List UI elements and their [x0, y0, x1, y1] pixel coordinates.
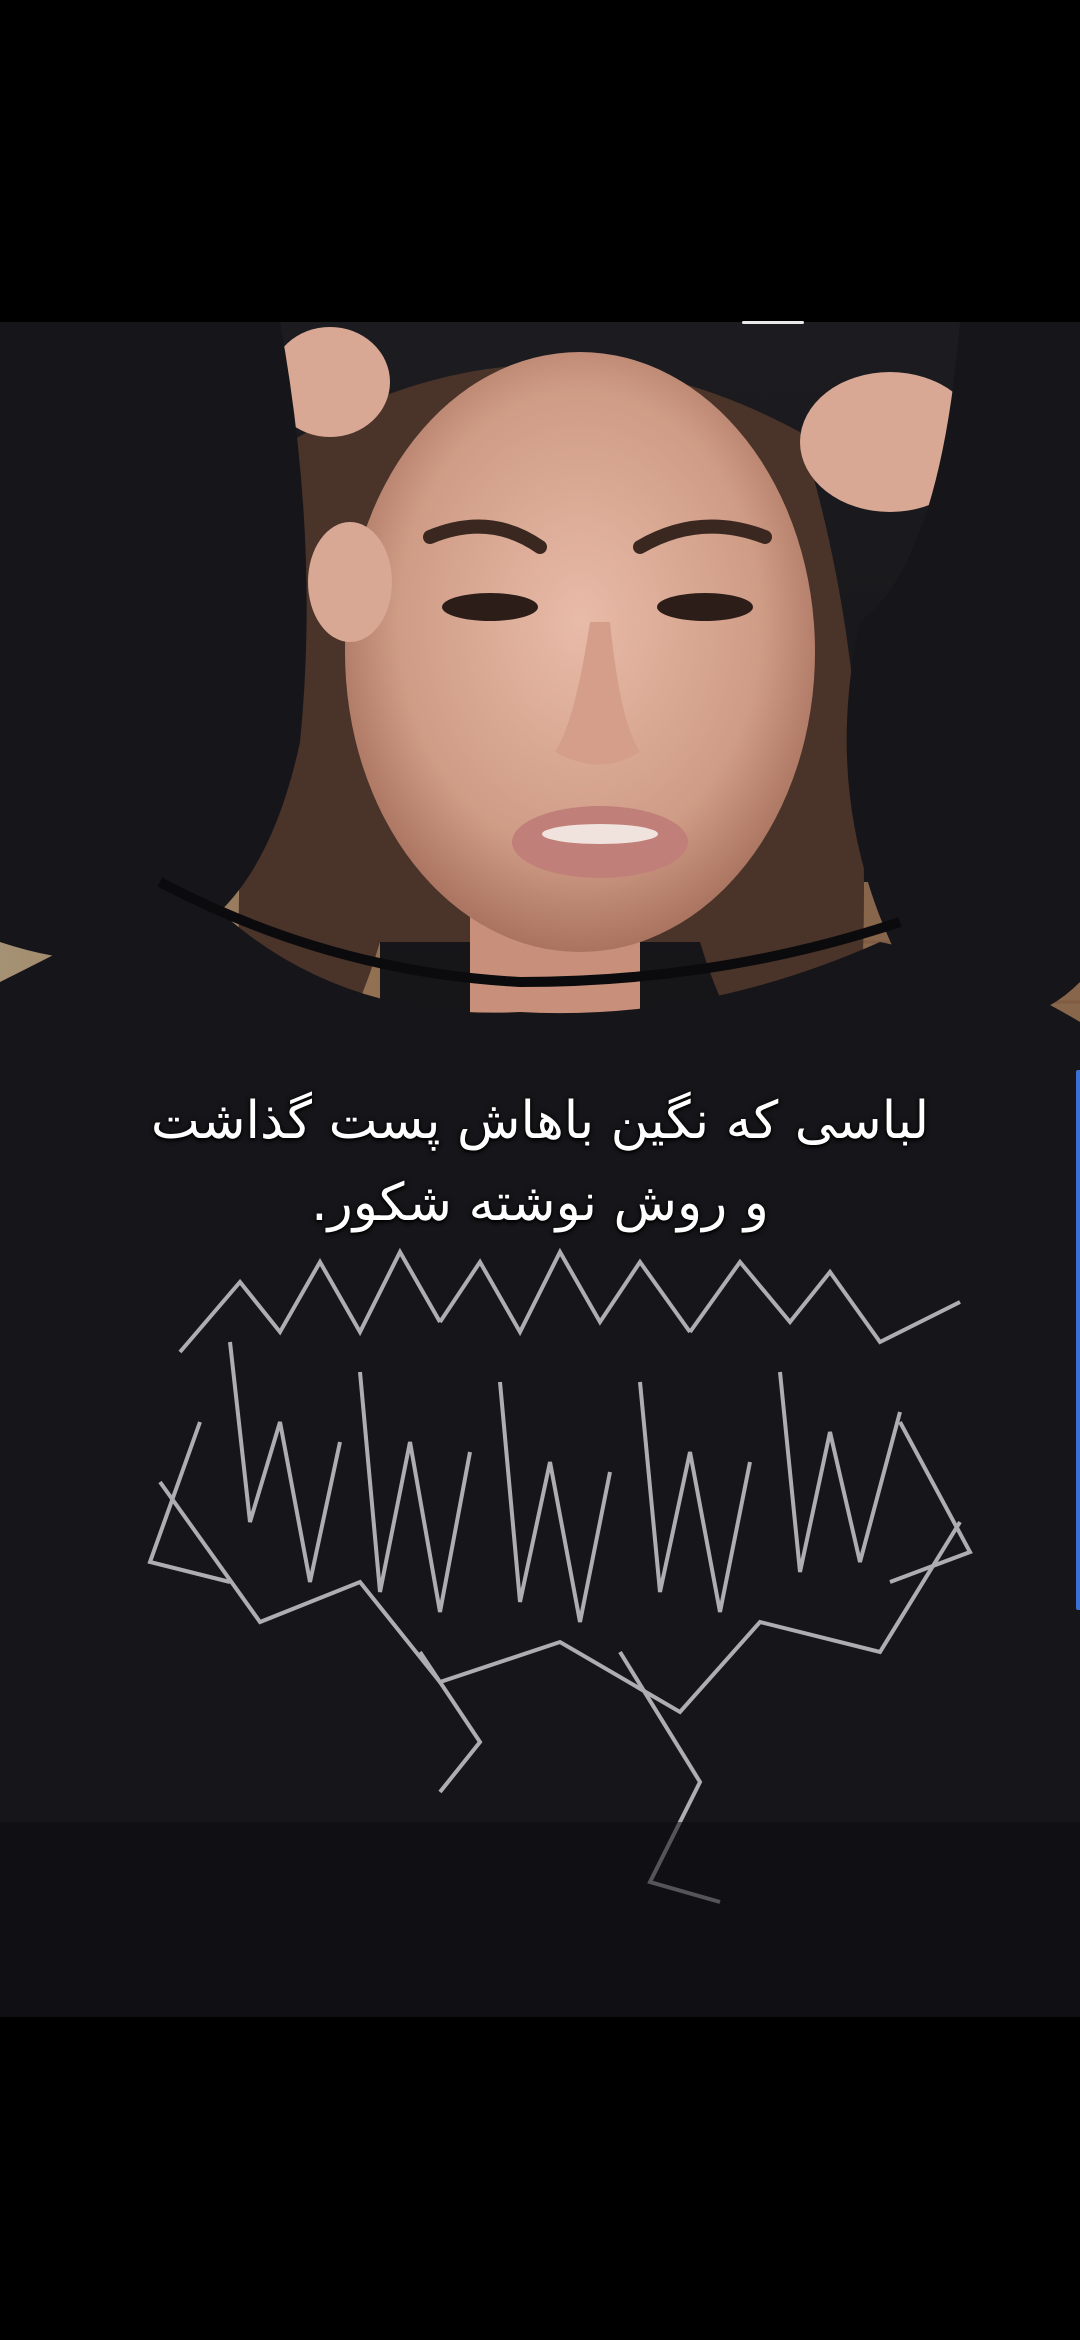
video-caption: لباسی که نگین باهاش پست گذاشت و روش نوشت… [0, 1080, 1080, 1244]
bottom-black-area [0, 2017, 1080, 2340]
story-progress-indicator [742, 321, 804, 324]
caption-line-2: و روش نوشته شکور. [311, 1173, 769, 1233]
reels-screen: لباسی که نگین باهاش پست گذاشت و روش نوشت… [0, 0, 1080, 2340]
caption-line-1: لباسی که نگین باهاش پست گذاشت [150, 1091, 930, 1151]
